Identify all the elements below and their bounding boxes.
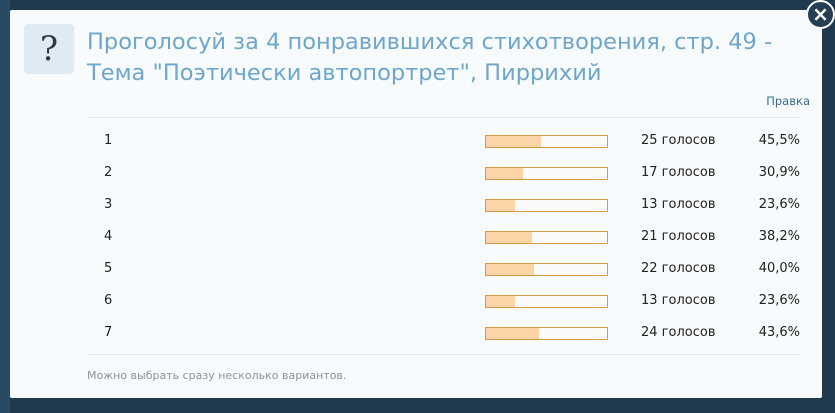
poll-row: 7 24 голосов 43,6%	[87, 317, 800, 349]
backdrop	[0, 0, 10, 413]
result-bar	[485, 135, 608, 148]
result-bar	[485, 199, 608, 212]
vote-percent: 38,2%	[758, 229, 800, 244]
result-bar	[485, 327, 608, 340]
vote-percent: 45,5%	[758, 133, 800, 148]
result-bar-fill	[486, 136, 542, 147]
divider	[87, 117, 800, 118]
option-label: 1	[104, 133, 113, 148]
result-bar-fill	[486, 264, 535, 275]
vote-count: 13 голосов	[641, 293, 716, 308]
poll-row: 3 13 голосов 23,6%	[87, 189, 800, 221]
result-bar	[485, 167, 608, 180]
poll-results: 1 25 голосов 45,5% 2 17 голосов 30,9% 3 …	[87, 125, 800, 349]
vote-percent: 30,9%	[758, 165, 800, 180]
option-label: 7	[104, 325, 113, 340]
result-bar	[485, 231, 608, 244]
option-label: 6	[104, 293, 113, 308]
poll-title-line2: Тема "Поэтически автопортрет", Пиррихий	[87, 60, 602, 86]
poll-row: 4 21 голосов 38,2%	[87, 221, 800, 253]
poll-row: 5 22 голосов 40,0%	[87, 253, 800, 285]
option-label: 3	[104, 197, 113, 212]
question-icon: ?	[24, 24, 74, 74]
poll-note: Можно выбрать сразу несколько вариантов.	[87, 369, 347, 382]
result-bar-fill	[486, 200, 515, 211]
vote-count: 24 голосов	[641, 325, 716, 340]
result-bar	[485, 263, 608, 276]
vote-count: 25 голосов	[641, 133, 716, 148]
vote-count: 17 голосов	[641, 165, 716, 180]
vote-count: 13 голосов	[641, 197, 716, 212]
option-label: 2	[104, 165, 113, 180]
vote-percent: 23,6%	[758, 293, 800, 308]
vote-percent: 43,6%	[758, 325, 800, 340]
vote-percent: 40,0%	[758, 261, 800, 276]
poll-dialog: ? Проголосуй за 4 понравившихся стихотво…	[10, 10, 822, 398]
divider	[87, 354, 800, 355]
poll-row: 2 17 голосов 30,9%	[87, 157, 800, 189]
vote-percent: 23,6%	[758, 197, 800, 212]
vote-count: 22 голосов	[641, 261, 716, 276]
edit-link[interactable]: Правка	[766, 94, 810, 108]
poll-row: 1 25 голосов 45,5%	[87, 125, 800, 157]
option-label: 5	[104, 261, 113, 276]
result-bar-fill	[486, 296, 515, 307]
result-bar-fill	[486, 328, 539, 339]
poll-title-line1: Проголосуй за 4 понравившихся стихотворе…	[87, 29, 773, 55]
option-label: 4	[104, 229, 113, 244]
close-icon[interactable]: ×	[806, 0, 835, 29]
poll-row: 6 13 голосов 23,6%	[87, 285, 800, 317]
result-bar	[485, 295, 608, 308]
vote-count: 21 голосов	[641, 229, 716, 244]
result-bar-fill	[486, 232, 533, 243]
result-bar-fill	[486, 168, 524, 179]
poll-title: Проголосуй за 4 понравившихся стихотворе…	[87, 27, 812, 89]
